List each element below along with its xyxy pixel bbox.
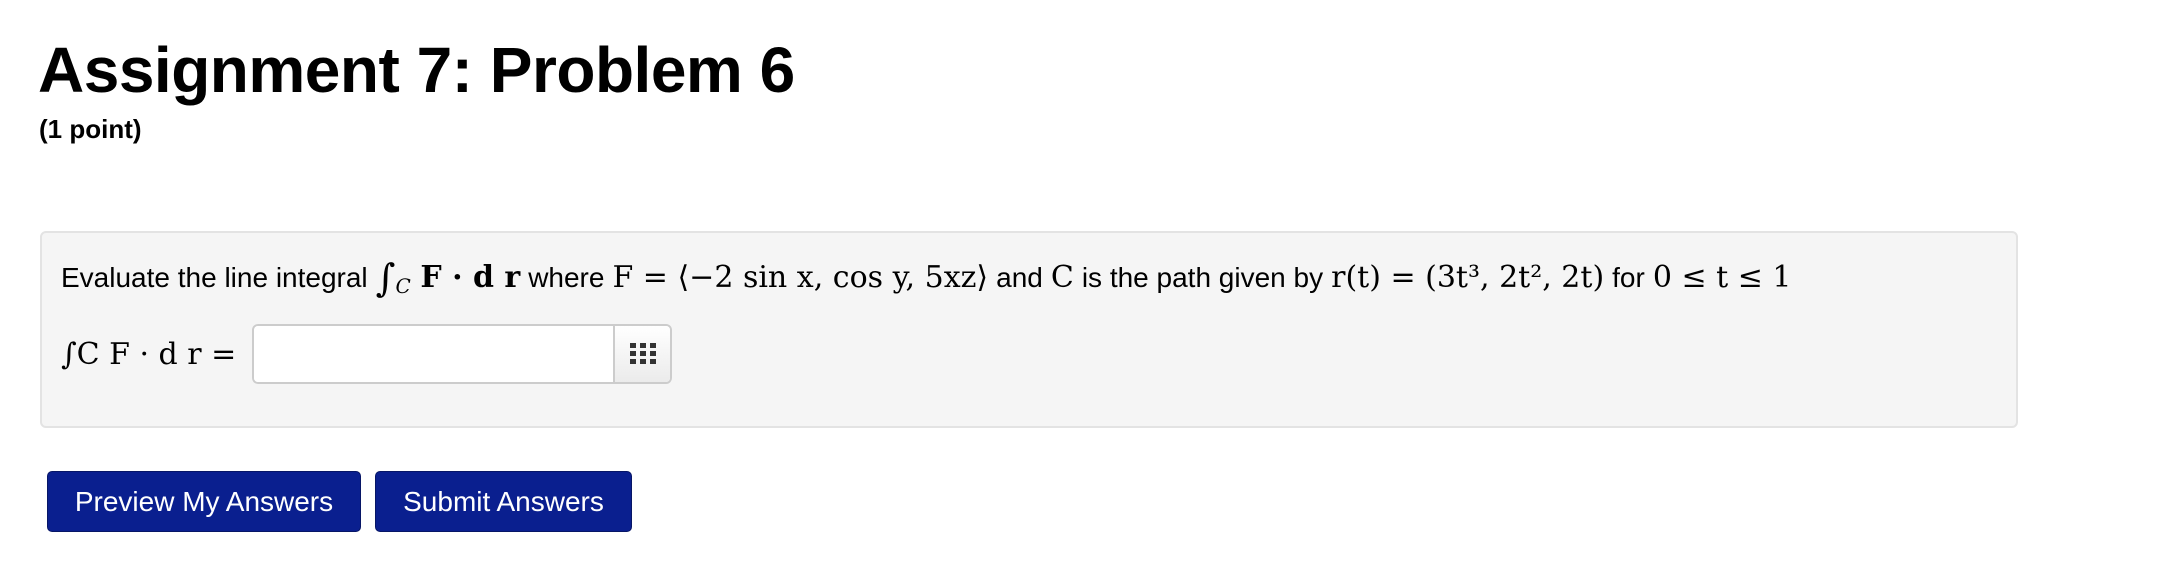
- problem-box: Evaluate the line integral ∫C F · d r wh…: [40, 231, 2018, 428]
- integrand: F · d r: [420, 260, 521, 295]
- text-path: is the path given by: [1081, 262, 1324, 293]
- text-where: where: [528, 262, 605, 293]
- vector-field-expression: F = ⟨−2 sin x, cos y, 5xz⟩: [612, 260, 989, 295]
- submit-answers-button[interactable]: Submit Answers: [375, 471, 632, 532]
- points-label: (1 point): [39, 114, 142, 144]
- line-integral-expression: ∫C F · d r: [376, 251, 521, 305]
- integral-sign: ∫: [375, 256, 396, 300]
- page-title: Assignment 7: Problem 6: [38, 34, 795, 106]
- preview-answers-button[interactable]: Preview My Answers: [47, 471, 361, 532]
- curve-symbol: C: [1050, 260, 1074, 295]
- parameter-range: 0 ≤ t ≤ 1: [1652, 260, 1792, 295]
- answer-label: ∫C F · d r =: [61, 336, 237, 372]
- parametrization-expression: r(t) = (3t³, 2t², 2t): [1331, 260, 1605, 295]
- problem-statement: Evaluate the line integral ∫C F · d r wh…: [61, 251, 1792, 305]
- answer-row: ∫C F · d r =: [61, 323, 673, 385]
- text-evaluate: Evaluate the line integral: [61, 262, 368, 293]
- text-for: for: [1612, 262, 1645, 293]
- grid-icon: [629, 343, 656, 364]
- integral-curve-subscript: C: [395, 274, 411, 298]
- answer-input[interactable]: [254, 326, 614, 382]
- text-and: and: [996, 262, 1043, 293]
- answer-field-group: [252, 324, 673, 384]
- equation-palette-button[interactable]: [613, 326, 671, 382]
